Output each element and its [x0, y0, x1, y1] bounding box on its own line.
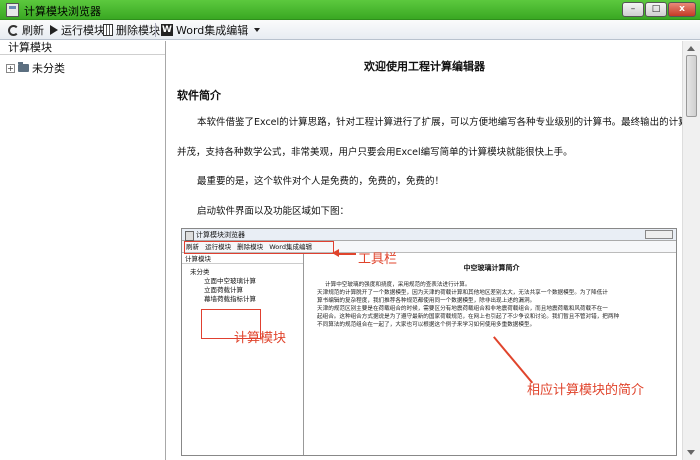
embedded-title-bar: 计算模块浏览器 — [182, 229, 676, 241]
module-tree-header: 计算模块 — [0, 41, 165, 55]
refresh-label: 刷新 — [22, 24, 44, 37]
annotation-arrow-head — [332, 249, 339, 257]
toolbar-highlight-box — [184, 241, 334, 254]
document-title: 欢迎使用工程计算编辑器 — [364, 60, 485, 73]
window-title-bar[interactable]: 计算模块浏览器 – □ x — [0, 0, 700, 20]
trash-icon — [103, 24, 113, 36]
expand-icon[interactable]: + — [6, 63, 15, 73]
tree-node-label: 未分类 — [32, 62, 65, 75]
paragraph: 本软件借鉴了Excel的计算思路，针对工程计算进行了扩展，可以方便地编写各种专业… — [197, 117, 682, 128]
embedded-title: 计算模块浏览器 — [196, 231, 245, 239]
word-icon: W — [161, 24, 173, 36]
word-edit-dropdown[interactable]: W Word集成编辑 — [161, 23, 261, 37]
embedded-document: 中空玻璃计算简介 计算中空玻璃的强度和挠度，采用规范的查表法进行计算。 天津规范… — [305, 254, 676, 455]
refresh-icon — [8, 24, 19, 36]
scroll-up-icon[interactable] — [687, 46, 695, 51]
paragraph: 并茂，支持各种数学公式，非常美观，用户只要会用Excel编写简单的计算模块就能很… — [177, 147, 573, 158]
run-module-button[interactable]: 运行模块 — [50, 23, 105, 37]
delete-module-label: 删除模块 — [116, 24, 160, 37]
module-tree-pane: 计算模块 + 未分类 — [0, 41, 166, 460]
embedded-window-buttons — [645, 230, 673, 239]
run-module-label: 运行模块 — [61, 24, 105, 37]
paragraph: 最重要的是，这个软件对个人是免费的，免费的，免费的！ — [197, 176, 445, 187]
scroll-thumb[interactable] — [686, 55, 697, 117]
maximize-button[interactable]: □ — [645, 2, 667, 17]
delete-module-button[interactable]: 删除模块 — [103, 23, 160, 37]
embedded-tree-root: 未分类 — [190, 268, 210, 276]
annotation-summary: 相应计算模块的简介 — [527, 383, 645, 398]
scroll-down-icon[interactable] — [687, 450, 695, 455]
embedded-doc-line: 计算中空玻璃的强度和挠度，采用规范的查表法进行计算。 — [325, 282, 471, 288]
embedded-tree-pane: 计算模块 未分类 立面中空玻璃计算 立面荷载计算 幕墙荷载指标计算 计算模块 — [182, 254, 304, 455]
folder-icon — [18, 62, 29, 72]
tree-node-uncategorized[interactable]: + 未分类 — [6, 60, 65, 76]
word-edit-label: Word集成编辑 — [176, 24, 249, 37]
section-heading: 软件简介 — [177, 89, 221, 102]
embedded-doc-line: 算书编辑的复杂程度，我们推荐各种规范都使用同一个数据模型，除非出现上述的漏洞。 — [317, 298, 536, 304]
close-button[interactable]: x — [668, 2, 696, 17]
refresh-button[interactable]: 刷新 — [8, 23, 44, 37]
chevron-down-icon — [254, 28, 261, 32]
embedded-tree-child: 立面荷载计算 — [204, 286, 243, 294]
paragraph: 启动软件界面以及功能区域如下图： — [197, 206, 350, 217]
embedded-doc-line: 起组合。这种组合方式据说是为了遵守最新的国家荷载规范，在网上也引起了不少争议和讨… — [317, 314, 620, 320]
window-title: 计算模块浏览器 — [24, 5, 101, 18]
annotation-modules: 计算模块 — [234, 331, 287, 346]
minimize-button[interactable]: – — [622, 2, 644, 17]
annotation-toolbar: 工具栏 — [358, 252, 398, 267]
embedded-doc-line: 不同算法的规范组合在一起了，大家也可以根据这个例子来学习如何使用多重数据模型。 — [317, 322, 536, 328]
embedded-tree-child: 幕墙荷载指标计算 — [204, 295, 256, 303]
embedded-tree-child: 立面中空玻璃计算 — [204, 277, 256, 285]
play-icon — [50, 25, 58, 35]
app-icon — [6, 3, 19, 17]
embedded-doc-line: 天津规范的计算脱开了一个数据模型，因为天津的荷载计算和其他地区差别太大，无法共享… — [317, 290, 608, 296]
embedded-doc-line: 天津的规范区别主要是在荷载组合的时候，需要区分有地震荷载组合和非地震荷载组合，而… — [317, 306, 608, 312]
toolbar-separator — [155, 23, 156, 37]
embedded-screenshot: 计算模块浏览器 刷新 运行模块 删除模块 Word集成编辑 计算模块 未分类 立… — [181, 228, 677, 456]
annotation-arrow — [336, 253, 356, 255]
toolbar: 刷新 运行模块 删除模块 W Word集成编辑 — [0, 20, 700, 40]
vertical-scrollbar[interactable] — [682, 41, 700, 460]
embedded-tree-header: 计算模块 — [182, 254, 303, 264]
